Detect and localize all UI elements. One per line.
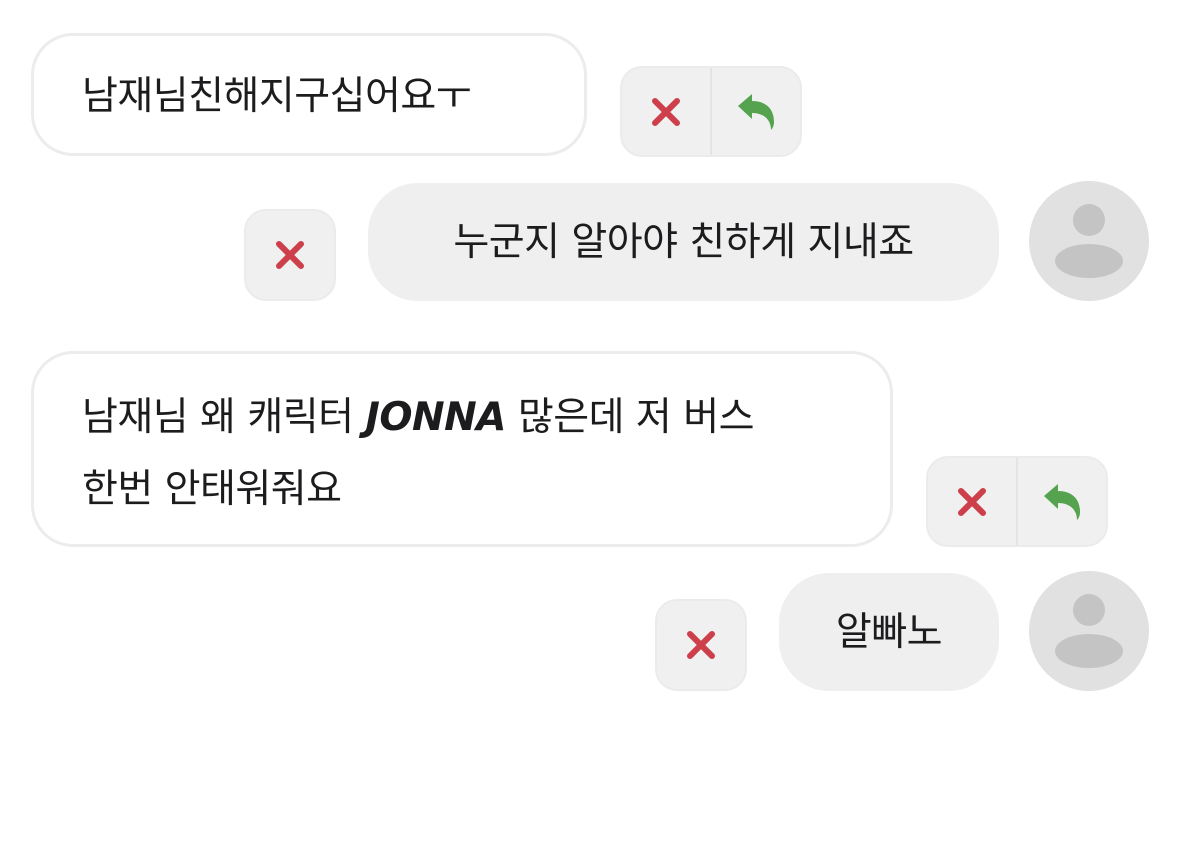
message-text-line: 한번 안태워줘요 (82, 467, 342, 512)
user-avatar[interactable] (1029, 181, 1149, 301)
message-text: 알빠노 (835, 609, 943, 655)
delete-button[interactable] (928, 458, 1016, 545)
outgoing-message-bubble: 알빠노 (779, 573, 999, 691)
user-avatar[interactable] (1029, 571, 1149, 691)
message-text: 누군지 알아야 친하게 지내죠 (453, 219, 914, 265)
delete-button[interactable] (246, 211, 334, 299)
delete-button[interactable] (622, 68, 710, 155)
delete-button[interactable] (657, 601, 745, 689)
message-text-segment: 많은데 저 버스 (506, 395, 755, 440)
message-text-line: 남재님 왜 캐릭터 JONNA 많은데 저 버스 (82, 398, 754, 437)
reply-icon (1040, 482, 1084, 522)
message-actions (620, 66, 802, 157)
incoming-message-bubble: 남재님친해지구십어요ㅜ (31, 33, 587, 156)
message-actions (926, 456, 1108, 547)
message-actions (244, 209, 336, 301)
outgoing-message-bubble: 누군지 알아야 친하게 지내죠 (368, 183, 999, 301)
emphasized-text: JONNA (365, 395, 506, 440)
message-actions (655, 599, 747, 691)
reply-button[interactable] (710, 68, 800, 155)
close-icon (650, 96, 682, 128)
incoming-message-bubble: 남재님 왜 캐릭터 JONNA 많은데 저 버스 한번 안태워줘요 (31, 351, 893, 547)
message-text: 남재님친해지구십어요ㅜ (82, 74, 472, 119)
close-icon (274, 239, 306, 271)
reply-button[interactable] (1016, 458, 1106, 545)
close-icon (956, 486, 988, 518)
reply-icon (734, 92, 778, 132)
default-avatar-icon (1055, 204, 1123, 278)
message-text-segment: 남재님 왜 캐릭터 (82, 395, 366, 440)
default-avatar-icon (1055, 594, 1123, 668)
close-icon (685, 629, 717, 661)
